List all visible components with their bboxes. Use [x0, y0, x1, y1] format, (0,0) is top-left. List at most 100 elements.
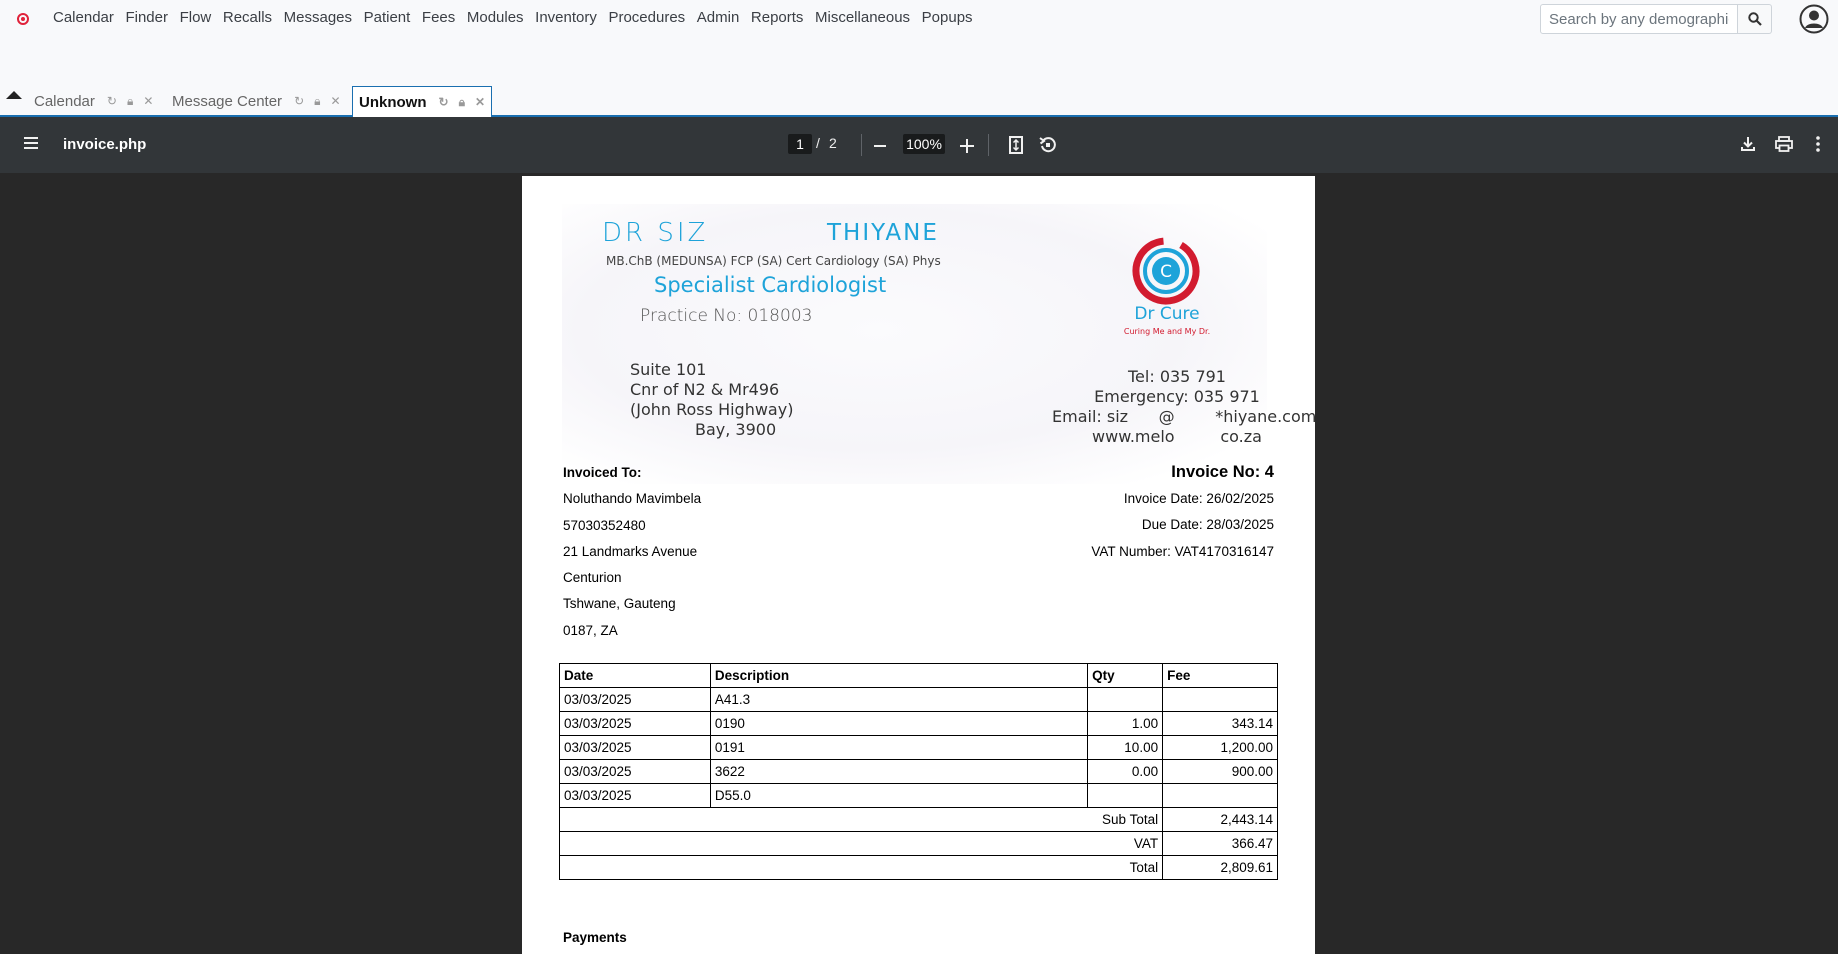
cell-description: 0191	[709, 735, 1089, 760]
cell-qty: 1.00	[1087, 711, 1164, 736]
divider	[861, 134, 862, 156]
cell-date: 03/03/2025	[559, 711, 711, 736]
download-icon[interactable]	[1740, 136, 1756, 152]
subtotal-label: Sub Total	[558, 807, 1164, 832]
refresh-icon[interactable]: ↻	[294, 94, 304, 108]
cell-description: 3622	[709, 759, 1089, 784]
address-line: Suite 101	[630, 360, 707, 379]
search-button[interactable]	[1738, 4, 1772, 34]
menu-modules[interactable]: Modules	[467, 9, 524, 26]
payments-heading: Payments	[563, 930, 627, 945]
menu-miscellaneous[interactable]: Miscellaneous	[815, 9, 910, 26]
page-separator: /	[816, 135, 820, 151]
column-header: Qty	[1087, 663, 1164, 688]
total-value: 2,809.61	[1162, 855, 1278, 880]
address-line: Bay, 3900	[695, 420, 777, 439]
menu-messages[interactable]: Messages	[284, 9, 352, 26]
cell-qty: 0.00	[1087, 759, 1164, 784]
pdf-toolbar: invoice.php 1 / 2 100%	[0, 117, 1838, 173]
tab-label: Calendar	[34, 92, 95, 110]
patient-line: 21 Landmarks Avenue	[563, 543, 698, 559]
invoice-date: Invoice Date: 26/02/2025	[1123, 491, 1274, 506]
zoom-in-icon[interactable]	[960, 139, 974, 153]
cell-description: D55.0	[709, 783, 1089, 808]
sidebar-menu-icon[interactable]	[24, 137, 38, 149]
vat-value: 366.47	[1162, 831, 1278, 856]
lock-icon[interactable]: 🔒︎	[459, 95, 465, 110]
menu-calendar[interactable]: Calendar	[53, 9, 114, 26]
menu-recalls[interactable]: Recalls	[223, 9, 272, 26]
patient-line: Tshwane, Gauteng	[563, 596, 676, 612]
refresh-icon[interactable]: ↻	[107, 94, 117, 108]
cell-fee: 1,200.00	[1162, 735, 1278, 760]
lock-icon[interactable]: 🔒︎	[314, 94, 320, 109]
menu-fees[interactable]: Fees	[422, 9, 455, 26]
tab-unknown[interactable]: Unknown ↻ 🔒︎ ✕	[352, 86, 493, 117]
total-row: Total 2,809.61	[558, 855, 1278, 880]
logo-name: Dr Cure	[1134, 304, 1200, 324]
tab-calendar[interactable]: Calendar ↻ 🔒︎ ✕	[34, 86, 163, 116]
contact-line: Emergency: 035 971	[1094, 387, 1260, 406]
address-line: Cnr of N2 & Mr496	[630, 380, 780, 399]
invoiced-to-heading: Invoiced To:	[563, 465, 642, 480]
patient-line: Noluthando Mavimbela	[563, 491, 702, 507]
collapse-caret-icon[interactable]	[6, 91, 22, 99]
refresh-icon[interactable]: ↻	[439, 95, 449, 109]
menu-patient[interactable]: Patient	[364, 9, 411, 26]
subtotal-row: Sub Total 2,443.14	[558, 807, 1278, 832]
rotate-icon[interactable]	[1039, 136, 1057, 154]
user-avatar-icon[interactable]	[1799, 4, 1829, 34]
menu-inventory[interactable]: Inventory	[535, 9, 597, 26]
cell-fee: 900.00	[1162, 759, 1278, 784]
invoice-recipient: Invoiced To: Noluthando Mavimbela 570303…	[563, 465, 701, 649]
table-row: 03/03/2025 0190 1.00 343.14	[559, 711, 1278, 736]
cell-description: A41.3	[709, 687, 1089, 712]
vat-label: VAT	[558, 831, 1164, 856]
doctor-name-part2: THIYANE	[827, 220, 939, 246]
due-date: Due Date: 28/03/2025	[1141, 517, 1274, 533]
total-label: Total	[558, 855, 1164, 880]
svg-text:C: C	[1160, 262, 1172, 282]
cell-date: 03/03/2025	[559, 735, 711, 760]
main-menu: Calendar Finder Flow Recalls Messages Pa…	[53, 9, 984, 26]
doctor-name-part1: DR SIZ	[602, 218, 709, 248]
cell-fee	[1162, 687, 1278, 712]
page-number-input[interactable]: 1	[788, 134, 812, 154]
column-header: Fee	[1162, 663, 1278, 688]
tab-message-center[interactable]: Message Center ↻ 🔒︎ ✕	[172, 86, 351, 116]
close-icon[interactable]: ✕	[143, 94, 153, 108]
table-row: 03/03/2025 0191 10.00 1,200.00	[559, 735, 1278, 760]
print-icon[interactable]	[1775, 136, 1793, 152]
invoice-items-table: Date Description Qty Fee 03/03/2025 A41.…	[558, 663, 1278, 880]
top-navbar: Calendar Finder Flow Recalls Messages Pa…	[0, 0, 1838, 40]
practice-address: Suite 101 Cnr of N2 & Mr496 (John Ross H…	[630, 360, 793, 440]
pdf-viewer: DR SIZ THIYANE MB.ChB (MEDUNSA) FCP (SA)…	[0, 173, 1838, 954]
divider	[988, 134, 989, 156]
vat-number: VAT Number: VAT4170316147	[1091, 543, 1274, 559]
zoom-input[interactable]: 100%	[903, 134, 945, 154]
cell-description: 0190	[709, 711, 1089, 736]
patient-line: 57030352480	[563, 517, 646, 533]
doctor-specialty: Specialist Cardiologist	[654, 273, 887, 297]
table-row: 03/03/2025 A41.3	[559, 687, 1278, 712]
lock-icon[interactable]: 🔒︎	[127, 94, 133, 109]
menu-flow[interactable]: Flow	[180, 9, 212, 26]
menu-procedures[interactable]: Procedures	[608, 9, 685, 26]
app-logo-icon[interactable]	[17, 13, 29, 25]
more-options-icon[interactable]	[1816, 136, 1820, 152]
contact-line: Tel: 035 791	[1128, 367, 1226, 386]
practice-contact: Tel: 035 791 Emergency: 035 971 Email: s…	[1052, 367, 1316, 447]
vat-row: VAT 366.47	[558, 831, 1278, 856]
menu-finder[interactable]: Finder	[125, 9, 168, 26]
close-icon[interactable]: ✕	[475, 95, 485, 109]
menu-popups[interactable]: Popups	[922, 9, 973, 26]
menu-admin[interactable]: Admin	[697, 9, 740, 26]
zoom-out-icon[interactable]	[874, 145, 886, 147]
close-icon[interactable]: ✕	[331, 94, 341, 108]
search-input[interactable]	[1540, 4, 1738, 34]
practice-number: Practice No: 018003	[640, 306, 813, 326]
invoice-number: Invoice No: 4	[1171, 463, 1274, 481]
fit-page-icon[interactable]	[1009, 136, 1023, 154]
menu-reports[interactable]: Reports	[751, 9, 804, 26]
invoice-details: Invoice No: 4 Invoice Date: 26/02/2025 D…	[1091, 463, 1274, 570]
